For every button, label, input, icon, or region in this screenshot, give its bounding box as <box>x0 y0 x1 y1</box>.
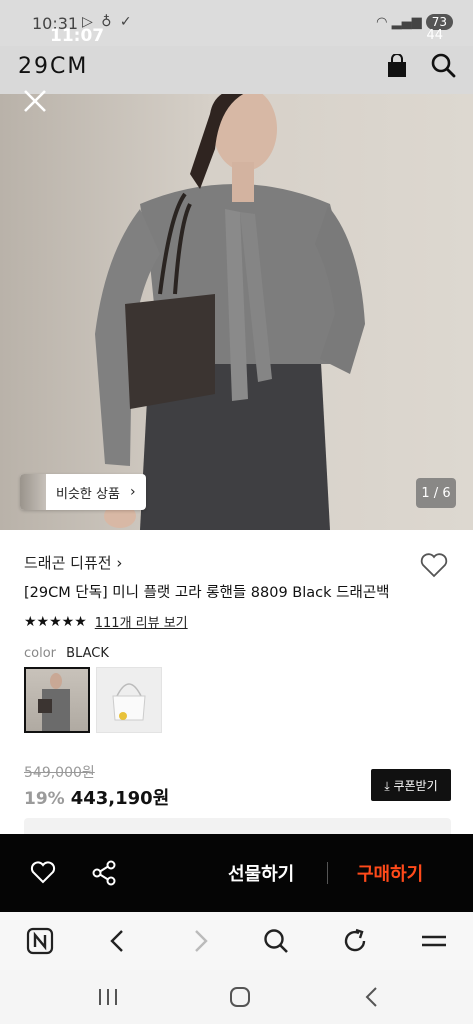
image-counter: 1 / 6 <box>416 478 456 508</box>
brand-link[interactable]: 드래곤 디퓨전 › <box>24 552 122 573</box>
naver-home-icon[interactable] <box>26 927 54 955</box>
action-divider <box>327 862 328 884</box>
color-selector-label: color BLACK <box>24 646 109 661</box>
price-row: 19% 443,190원 <box>24 784 169 810</box>
like-heart-icon[interactable] <box>30 860 56 884</box>
system-nav-bar <box>0 970 473 1024</box>
original-price: 549,000원 <box>24 765 95 781</box>
browser-reload-icon[interactable] <box>341 927 369 955</box>
color-swatch-black[interactable] <box>24 667 90 733</box>
product-title: [29CM 단독] 미니 플랫 고라 롱핸들 8809 Black 드래곤백 <box>24 585 390 601</box>
home-icon[interactable] <box>228 986 252 1008</box>
coupon-button[interactable]: ⤓ 쿠폰받기 <box>371 769 451 801</box>
site-header: 29CM <box>0 46 473 94</box>
info-panel-edge <box>24 818 451 834</box>
model-illustration <box>95 94 365 530</box>
sale-price: 443,190원 <box>70 788 170 809</box>
recent-apps-icon[interactable] <box>96 986 120 1008</box>
chevron-right-icon: › <box>129 484 136 500</box>
close-icon[interactable] <box>22 88 48 114</box>
site-logo[interactable]: 29CM <box>18 54 88 79</box>
swatch-bag-thumbnail <box>112 683 146 721</box>
shopping-bag-icon[interactable] <box>386 54 408 78</box>
share-icon[interactable] <box>92 860 116 886</box>
wishlist-heart-icon[interactable] <box>420 552 448 578</box>
purchase-action-bar: 선물하기 구매하기 <box>0 834 473 912</box>
similar-products-label: 비슷한 상품 <box>56 486 120 502</box>
browser-search-icon[interactable] <box>262 927 290 955</box>
discount-rate: 19% <box>24 789 65 809</box>
rating-row: ★★★★★ 111개 리뷰 보기 <box>24 612 188 632</box>
color-value: BLACK <box>66 646 109 661</box>
product-image[interactable] <box>0 94 473 530</box>
color-label: color <box>24 646 57 661</box>
status-battery-front: 44 <box>426 28 443 43</box>
search-icon[interactable] <box>430 52 456 78</box>
wifi-icon: ◠ <box>376 15 388 30</box>
gift-button[interactable]: 선물하기 <box>228 860 294 886</box>
star-rating-icon: ★★★★★ <box>24 613 87 630</box>
review-link[interactable]: 111개 리뷰 보기 <box>95 612 188 631</box>
similar-product-thumbnail <box>20 474 46 510</box>
color-swatch-white[interactable] <box>96 667 162 733</box>
similar-products-button[interactable]: 비슷한 상품 › <box>20 474 146 510</box>
browser-back-icon[interactable] <box>104 927 132 955</box>
system-back-icon[interactable] <box>360 986 384 1008</box>
browser-menu-icon[interactable] <box>420 927 448 955</box>
browser-forward-icon[interactable] <box>186 927 214 955</box>
notification-icons: ▷ ♁ ✓ <box>82 14 134 30</box>
signal-icon: ▂▄▆ <box>391 15 422 30</box>
browser-toolbar <box>0 912 473 970</box>
swatch-model-thumbnail <box>38 673 70 731</box>
buy-button[interactable]: 구매하기 <box>357 860 423 886</box>
status-bar: 10:31 11:07 ▷ ♁ ✓ ◠ ▂▄▆ 73 44 <box>0 0 473 46</box>
